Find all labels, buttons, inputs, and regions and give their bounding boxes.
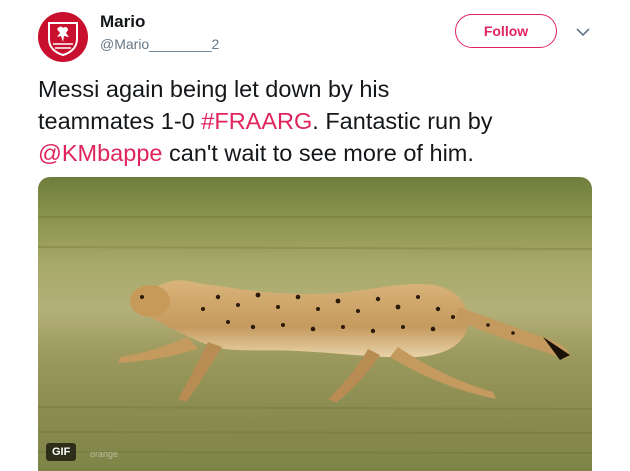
tweet-text-segment: teammates 1-0 (38, 108, 202, 134)
tweet-text-segment: . Fantastic run by (312, 108, 493, 134)
user-name[interactable]: Mario (100, 12, 145, 32)
gif-media[interactable]: GIF orange (38, 177, 592, 471)
tweet-text: Messi again being let down by his teamma… (38, 73, 618, 169)
watermark: orange (90, 449, 119, 459)
mention-link[interactable]: @KMbappe (38, 140, 162, 166)
gif-badge: GIF (46, 443, 77, 461)
tweet-text-segment: Messi again being let down by his (38, 76, 390, 102)
avatar[interactable] (38, 12, 88, 62)
follow-button[interactable]: Follow (455, 14, 557, 48)
cheetah-running-icon (38, 216, 592, 454)
tweet-text-segment: can't wait to see more of him. (162, 140, 474, 166)
hashtag-link[interactable]: #FRAARG (201, 108, 312, 134)
liverpool-crest-icon (48, 22, 78, 57)
tweet-line-3: @KMbappe can't wait to see more of him. (38, 137, 618, 169)
tweet-line-2: teammates 1-0 #FRAARG. Fantastic run by (38, 105, 618, 137)
chevron-down-icon[interactable] (573, 22, 593, 42)
user-handle[interactable]: @Mario________2 (100, 36, 219, 52)
tweet-line-1: Messi again being let down by his (38, 73, 618, 105)
